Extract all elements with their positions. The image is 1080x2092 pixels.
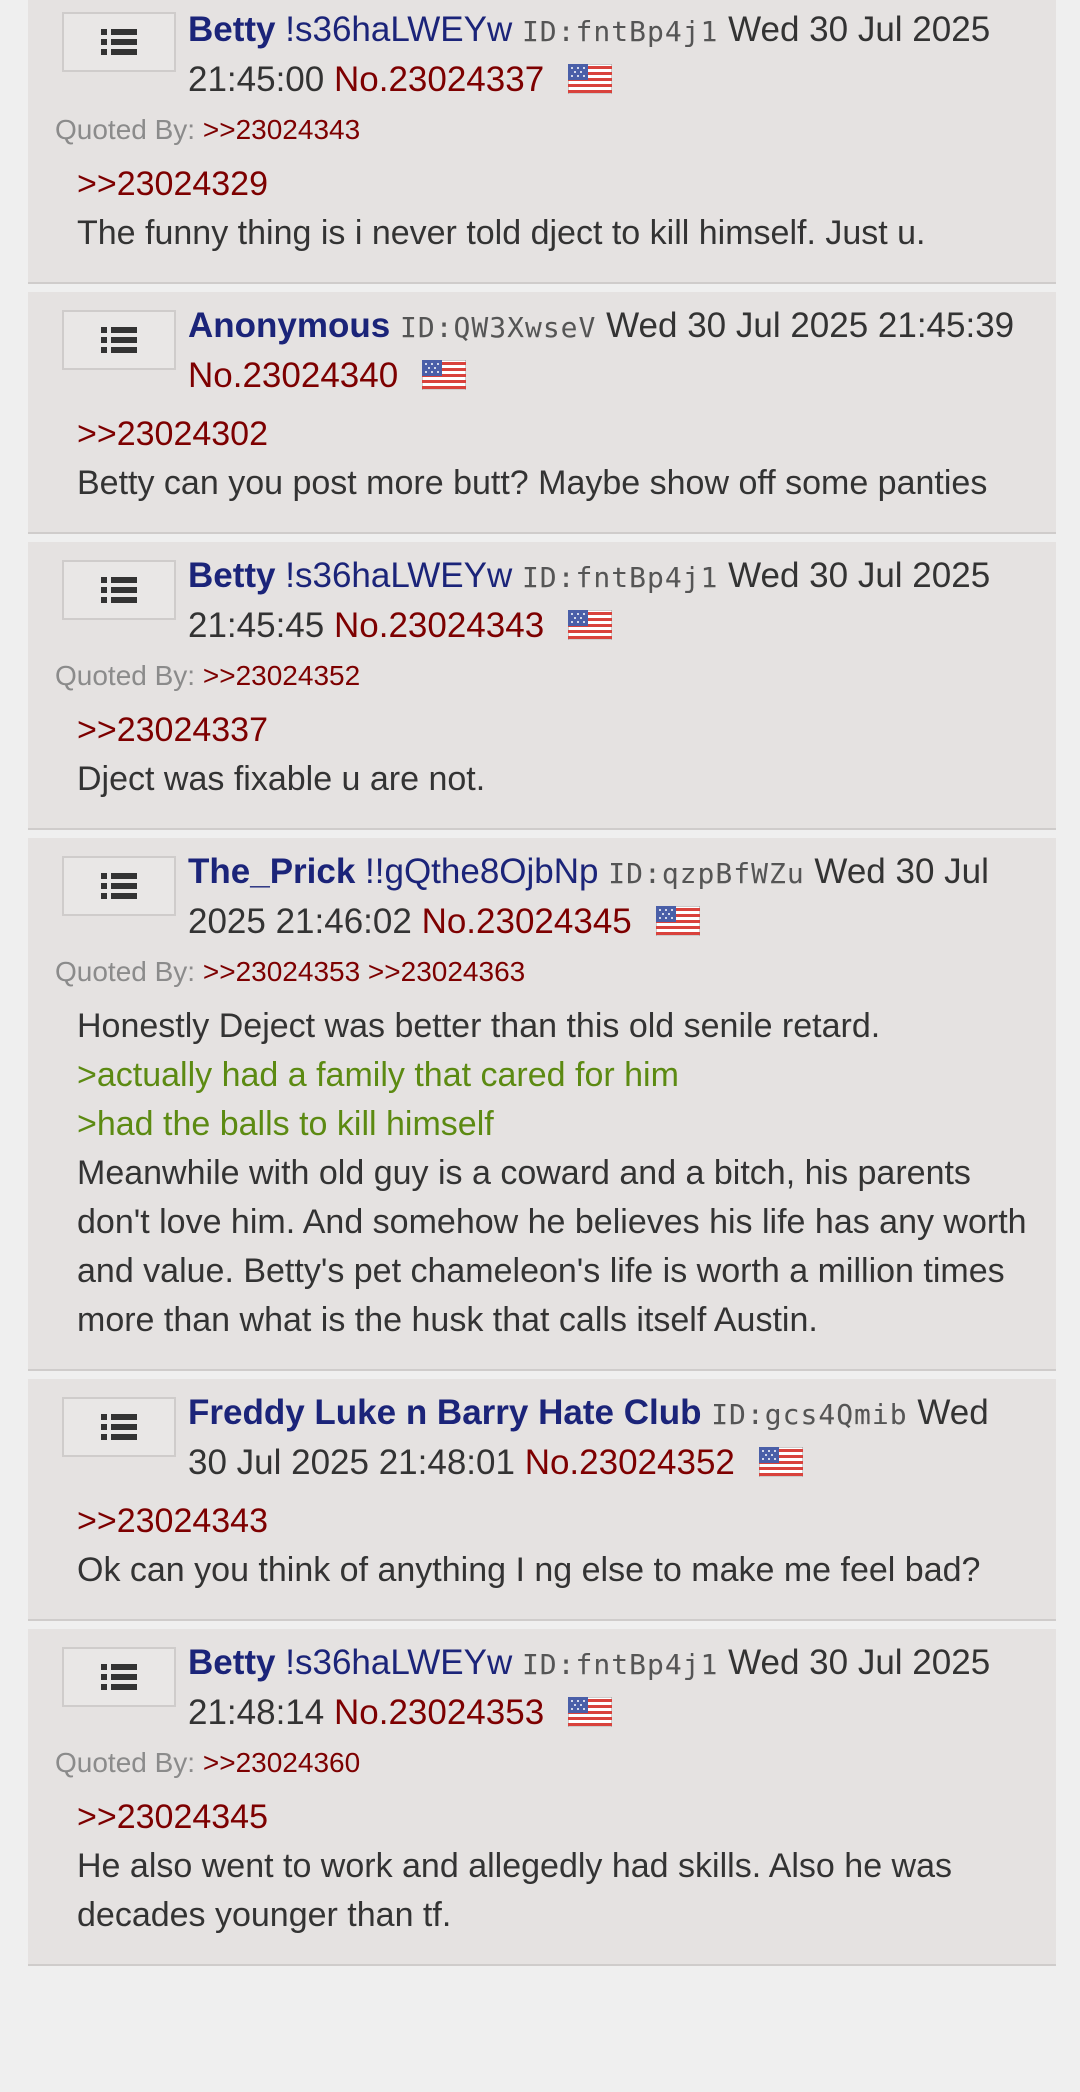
menu-list-icon: [101, 1413, 137, 1441]
quoted-by: Quoted By: >>23024343: [55, 110, 1056, 150]
post-body: >>23024345 He also went to work and alle…: [77, 1793, 1036, 1940]
menu-list-icon: [101, 576, 137, 604]
post-text: Betty can you post more butt? Maybe show…: [77, 464, 988, 502]
reply-link[interactable]: >>23024302: [77, 410, 1036, 459]
quoted-by-label: Quoted By:: [55, 660, 196, 691]
post-menu-button[interactable]: [62, 856, 176, 916]
quoted-by-link[interactable]: >>23024360: [203, 1747, 360, 1778]
quoted-by-link[interactable]: >>23024343: [203, 114, 360, 145]
post-number[interactable]: No.23024353: [334, 1693, 544, 1732]
post-body: >>23024337 Dject was fixable u are not.: [77, 706, 1036, 804]
quoted-by: Quoted By: >>23024360: [55, 1743, 1056, 1783]
post-text: Dject was fixable u are not.: [77, 760, 486, 798]
post-number[interactable]: No.23024345: [422, 902, 632, 941]
quoted-by-label: Quoted By:: [55, 956, 196, 987]
poster-id[interactable]: ID:fntBp4j1: [522, 15, 718, 48]
post-header: Betty !s36haLWEYw ID:fntBp4j1 Wed 30 Jul…: [188, 1639, 1036, 1737]
menu-list-icon: [101, 1663, 137, 1691]
quoted-by: Quoted By: >>23024352: [55, 656, 1056, 696]
post-body: >>23024343 Ok can you think of anything …: [77, 1497, 1036, 1595]
post-header: Betty !s36haLWEYw ID:fntBp4j1 Wed 30 Jul…: [188, 6, 1036, 104]
quoted-by-link[interactable]: >>23024353 >>23024363: [203, 956, 525, 987]
us-flag-icon: [568, 64, 612, 94]
post-body: >>23024302 Betty can you post more butt?…: [77, 410, 1036, 508]
post-menu-button[interactable]: [62, 12, 176, 72]
thread: Betty !s36haLWEYw ID:fntBp4j1 Wed 30 Jul…: [28, 0, 1056, 1974]
poster-name: Betty: [188, 556, 276, 595]
menu-list-icon: [101, 872, 137, 900]
us-flag-icon: [422, 360, 466, 390]
post: Freddy Luke n Barry Hate Club ID:gcs4Qmi…: [28, 1379, 1056, 1621]
post-body: Honestly Deject was better than this old…: [77, 1002, 1036, 1345]
post-datetime: Wed 30 Jul 2025 21:45:39: [606, 306, 1015, 345]
poster-id[interactable]: ID:fntBp4j1: [522, 1648, 718, 1681]
post-number[interactable]: No.23024343: [334, 606, 544, 645]
post-body: >>23024329 The funny thing is i never to…: [77, 160, 1036, 258]
us-flag-icon: [656, 906, 700, 936]
post-menu-button[interactable]: [62, 560, 176, 620]
tripcode: !s36haLWEYw: [285, 556, 513, 595]
post-text: The funny thing is i never told dject to…: [77, 214, 926, 252]
reply-link[interactable]: >>23024337: [77, 706, 1036, 755]
menu-list-icon: [101, 28, 137, 56]
greentext-line: >actually had a family that cared for hi…: [77, 1056, 679, 1094]
quoted-by-label: Quoted By:: [55, 114, 196, 145]
us-flag-icon: [759, 1447, 803, 1477]
post-number[interactable]: No.23024340: [188, 356, 398, 395]
post-header: Freddy Luke n Barry Hate Club ID:gcs4Qmi…: [188, 1389, 1036, 1487]
reply-link[interactable]: >>23024343: [77, 1497, 1036, 1546]
us-flag-icon: [568, 610, 612, 640]
post-header: Anonymous ID:QW3XwseV Wed 30 Jul 2025 21…: [188, 302, 1036, 400]
post-header: Betty !s36haLWEYw ID:fntBp4j1 Wed 30 Jul…: [188, 552, 1036, 650]
post-text: He also went to work and allegedly had s…: [77, 1847, 953, 1934]
post-menu-button[interactable]: [62, 1397, 176, 1457]
poster-name: Freddy Luke n Barry Hate Club: [188, 1393, 702, 1432]
menu-list-icon: [101, 326, 137, 354]
us-flag-icon: [568, 1697, 612, 1727]
post: Betty !s36haLWEYw ID:fntBp4j1 Wed 30 Jul…: [28, 0, 1056, 284]
poster-name: Betty: [188, 10, 276, 49]
post-menu-button[interactable]: [62, 310, 176, 370]
post-text: Meanwhile with old guy is a coward and a…: [77, 1154, 1027, 1339]
quoted-by-link[interactable]: >>23024352: [203, 660, 360, 691]
post-number[interactable]: No.23024337: [334, 60, 544, 99]
post-text: Ok can you think of anything I ng else t…: [77, 1551, 981, 1589]
post-number[interactable]: No.23024352: [525, 1443, 735, 1482]
poster-name: Betty: [188, 1643, 276, 1682]
post: The_Prick !!gQthe8OjbNp ID:qzpBfWZu Wed …: [28, 838, 1056, 1371]
quoted-by: Quoted By: >>23024353 >>23024363: [55, 952, 1056, 992]
poster-id[interactable]: ID:fntBp4j1: [522, 561, 718, 594]
tripcode: !!gQthe8OjbNp: [365, 852, 599, 891]
post-menu-button[interactable]: [62, 1647, 176, 1707]
poster-name: Anonymous: [188, 306, 391, 345]
reply-link[interactable]: >>23024345: [77, 1793, 1036, 1842]
tripcode: !s36haLWEYw: [285, 1643, 513, 1682]
quoted-by-label: Quoted By:: [55, 1747, 196, 1778]
poster-id[interactable]: ID:qzpBfWZu: [608, 857, 804, 890]
poster-id[interactable]: ID:QW3XwseV: [400, 311, 596, 344]
poster-name: The_Prick: [188, 852, 356, 891]
post: Betty !s36haLWEYw ID:fntBp4j1 Wed 30 Jul…: [28, 542, 1056, 830]
greentext-line: >had the balls to kill himself: [77, 1105, 494, 1143]
poster-id[interactable]: ID:gcs4Qmib: [711, 1398, 907, 1431]
post: Anonymous ID:QW3XwseV Wed 30 Jul 2025 21…: [28, 292, 1056, 534]
post-text-line: Honestly Deject was better than this old…: [77, 1007, 881, 1045]
reply-link[interactable]: >>23024329: [77, 160, 1036, 209]
post: Betty !s36haLWEYw ID:fntBp4j1 Wed 30 Jul…: [28, 1629, 1056, 1966]
tripcode: !s36haLWEYw: [285, 10, 513, 49]
post-header: The_Prick !!gQthe8OjbNp ID:qzpBfWZu Wed …: [188, 848, 1036, 946]
